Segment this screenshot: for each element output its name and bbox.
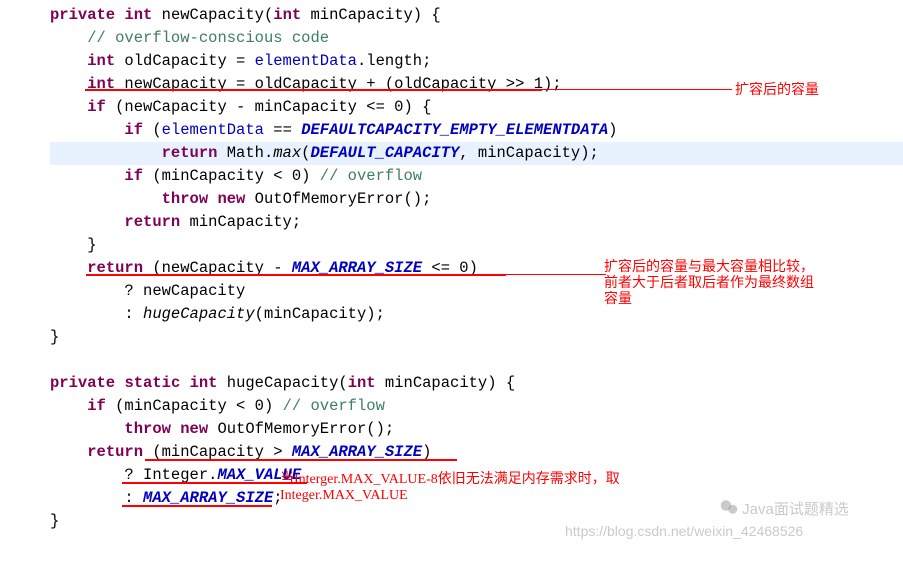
watermark-title: Java面试题精选 <box>720 498 849 522</box>
underline-arrow-2 <box>506 274 606 275</box>
code-line: } <box>50 326 903 349</box>
code-line: if (minCapacity < 0) // overflow <box>50 165 903 188</box>
annotation-2: 扩容后的容量与最大容量相比较， 前者大于后者取后者作为最终数组 容量 <box>604 260 814 308</box>
code-line: if (elementData == DEFAULTCAPACITY_EMPTY… <box>50 119 903 142</box>
code-line: } <box>50 234 903 257</box>
underline-1 <box>85 89 542 91</box>
blank-line <box>50 349 903 372</box>
underline-5 <box>122 505 272 507</box>
code-line: int oldCapacity = elementData.length; <box>50 50 903 73</box>
underline-2 <box>86 274 506 276</box>
code-line: // overflow-conscious code <box>50 27 903 50</box>
code-line: private static int hugeCapacity(int minC… <box>50 372 903 395</box>
code-line: private int newCapacity(int minCapacity)… <box>50 4 903 27</box>
code-line: if (minCapacity < 0) // overflow <box>50 395 903 418</box>
watermark-url: https://blog.csdn.net/weixin_42468526 <box>565 520 803 543</box>
annotation-3: 当Interger.MAX_VALUE-8依旧无法满足内存需求时，取 Integ… <box>280 472 620 504</box>
annotation-1: 扩容后的容量 <box>735 83 819 99</box>
underline-3 <box>145 459 457 461</box>
code-line: if (newCapacity - minCapacity <= 0) { <box>50 96 903 119</box>
code-line: throw new OutOfMemoryError(); <box>50 188 903 211</box>
code-line: return minCapacity; <box>50 211 903 234</box>
code-line-highlighted: return Math.max(DEFAULT_CAPACITY, minCap… <box>50 142 903 165</box>
wechat-icon <box>720 499 738 522</box>
underline-arrow-1 <box>542 89 732 90</box>
code-line: throw new OutOfMemoryError(); <box>50 418 903 441</box>
